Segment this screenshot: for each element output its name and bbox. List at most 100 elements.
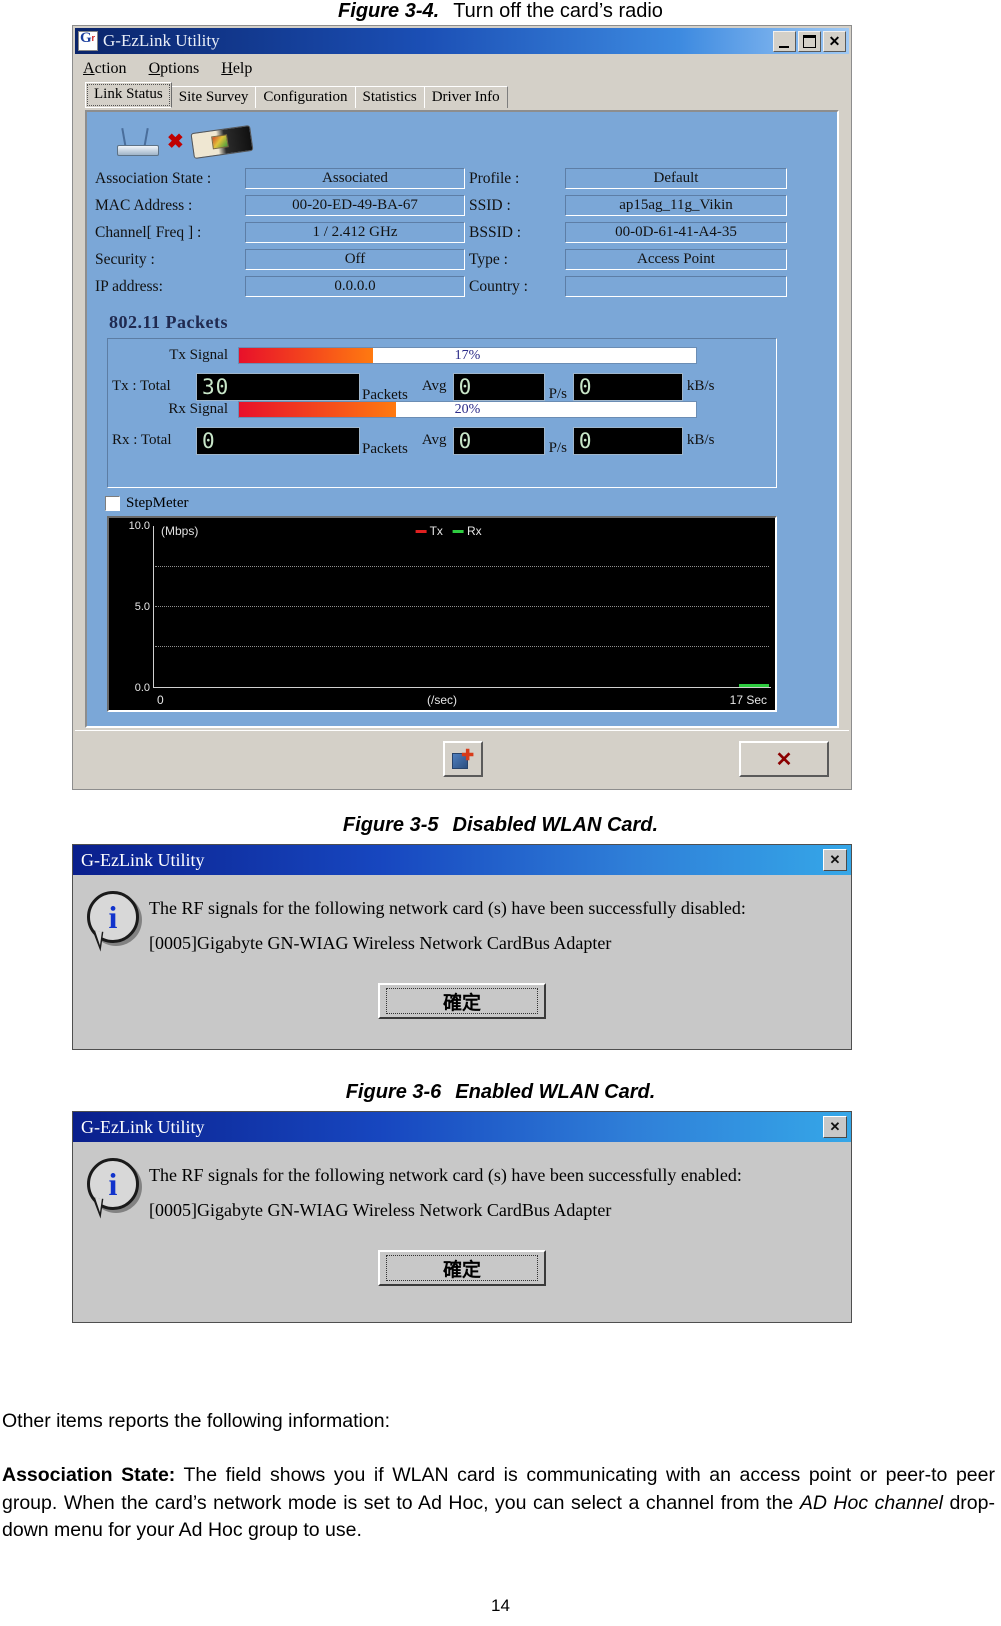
window-title: G-EzLink Utility — [103, 31, 220, 50]
enabled-dialog-text: The RF signals for the following network… — [149, 1158, 841, 1228]
legend-swatch-rx — [452, 530, 464, 534]
tab-statistics[interactable]: Statistics — [354, 86, 425, 108]
maximize-button[interactable] — [798, 30, 821, 52]
disabled-dialog-ok-label: 確定 — [386, 988, 538, 1015]
value-security: Off — [245, 249, 465, 270]
enabled-dialog-body: i The RF signals for the following netwo… — [73, 1142, 851, 1228]
figure-3-6-text: Enabled WLAN Card. — [455, 1081, 656, 1103]
rx-packets-unit: Packets — [362, 441, 408, 457]
enabled-dialog-close-button[interactable]: ✕ — [823, 1116, 847, 1138]
window-controls: ✕ — [773, 30, 849, 52]
minimize-button[interactable] — [773, 30, 796, 52]
figure-3-5-caption: Figure 3-5 Disabled WLAN Card. — [0, 814, 1001, 837]
close-button[interactable]: ✕ — [739, 741, 829, 777]
x-tick-end: 17 Sec — [729, 693, 767, 707]
rx-counters-row: Rx : Total 0 Packets Avg 0 P/s 0 kB/s — [112, 423, 714, 458]
rx-total-label: Rx : Total — [112, 432, 172, 448]
rx-signal-bar: 20% — [238, 401, 697, 418]
enabled-dialog-line2: [0005]Gigabyte GN-WIAG Wireless Network … — [149, 1200, 612, 1221]
rx-avg-value: 0 — [452, 426, 545, 455]
tab-strip: Link Status Site Survey Configuration St… — [73, 82, 851, 108]
enabled-dialog-title: G-EzLink Utility — [81, 1116, 205, 1137]
intro-text: Other items reports the following inform… — [2, 1410, 391, 1432]
packets-panel: Tx Signal 17% Tx : Total 30 Packets Avg … — [107, 338, 777, 488]
window-close-button[interactable]: ✕ — [823, 30, 846, 52]
tx-kbs-unit: kB/s — [686, 378, 715, 394]
rx-total-value: 0 — [196, 426, 360, 455]
rx-rate-value: 0 — [572, 426, 683, 455]
disabled-dialog-actions: 確定 — [73, 961, 851, 1037]
label-channel-freq: Channel[ Freq ] : — [95, 223, 202, 241]
tx-rate-value: 0 — [572, 372, 683, 401]
label-ip-address: IP address: — [95, 277, 163, 295]
disabled-dialog-text: The RF signals for the following network… — [149, 891, 841, 961]
disabled-dialog-titlebar: G-EzLink Utility ✕ — [73, 845, 851, 875]
label-bssid: BSSID : — [469, 223, 522, 241]
value-profile: Default — [565, 168, 787, 189]
enabled-dialog-ok-button[interactable]: 確定 — [378, 1250, 546, 1287]
label-profile: Profile : — [469, 169, 520, 187]
label-country: Country : — [469, 277, 528, 295]
menu-item-options[interactable]: Options — [149, 60, 200, 78]
value-country — [565, 276, 787, 297]
disabled-dialog-title: G-EzLink Utility — [81, 849, 205, 870]
tx-avg-value: 0 — [452, 372, 545, 401]
legend-label-tx: Tx — [429, 524, 443, 538]
menu-item-help[interactable]: Help — [221, 60, 252, 78]
figure-3-4-caption: Figure 3-4. Turn off the card’s radio — [0, 0, 1001, 23]
y-tick-0: 0.0 — [134, 682, 150, 694]
stepmeter-label: StepMeter — [126, 495, 189, 511]
disabled-wlan-dialog: G-EzLink Utility ✕ i The RF signals for … — [72, 844, 852, 1050]
connection-status-icons: ✖ — [115, 124, 254, 160]
tab-link-status[interactable]: Link Status — [85, 82, 172, 108]
rx-kbs-unit: kB/s — [686, 432, 715, 448]
value-ssid: ap15ag_11g_Vikin — [565, 195, 787, 216]
tx-avg-label: Avg — [421, 378, 447, 394]
minimize-icon — [779, 45, 789, 48]
info-icon: i — [87, 1158, 149, 1228]
info-icon: i — [87, 891, 149, 961]
rx-trace-line — [739, 684, 769, 687]
radio-toggle-plus: ✚ — [461, 747, 474, 764]
rx-ps-unit: P/s — [548, 440, 567, 456]
menu-help-rest: elp — [232, 60, 253, 77]
logo-letter-g: G — [80, 31, 92, 46]
tab-site-survey[interactable]: Site Survey — [170, 86, 257, 108]
value-type: Access Point — [565, 249, 787, 270]
enabled-dialog-line1: The RF signals for the following network… — [149, 1165, 742, 1185]
enabled-wlan-dialog: G-EzLink Utility ✕ i The RF signals for … — [72, 1111, 852, 1323]
rx-signal-row: Rx Signal 20% — [116, 401, 697, 418]
menu-action-rest: ction — [94, 60, 127, 77]
disabled-dialog-close-button[interactable]: ✕ — [823, 849, 847, 871]
enabled-dialog-ok-label: 確定 — [386, 1255, 538, 1282]
pc-card-icon — [190, 124, 254, 160]
legend-entry-tx: Tx — [415, 524, 443, 538]
close-icon: ✕ — [828, 33, 841, 49]
throughput-graph: (Mbps) Tx Rx 10.0 5.0 0.0 0 (/sec) 17 Se… — [107, 516, 777, 712]
stepmeter-checkbox[interactable] — [105, 496, 120, 511]
disabled-dialog-ok-button[interactable]: 確定 — [378, 983, 546, 1020]
rx-signal-label: Rx Signal — [168, 401, 228, 417]
legend-label-rx: Rx — [466, 524, 482, 538]
tx-signal-bar: 17% — [238, 347, 697, 364]
link-status-panel: ✖ Association State : Associated Profile… — [85, 110, 839, 728]
legend-swatch-tx — [415, 530, 427, 534]
gridline-2 — [155, 606, 769, 607]
packets-section-title: 802.11 Packets — [109, 312, 228, 332]
menu-options-rest: ptions — [160, 60, 200, 77]
enabled-dialog-actions: 確定 — [73, 1228, 851, 1304]
tab-configuration[interactable]: Configuration — [255, 86, 356, 108]
logo-letter-r: r — [91, 33, 95, 43]
tab-driver-info[interactable]: Driver Info — [423, 86, 508, 108]
radio-toggle-button[interactable]: ✚ — [443, 741, 483, 777]
app-logo-icon: G r — [78, 31, 98, 51]
menu-item-action[interactable]: Action — [83, 60, 127, 78]
tx-signal-label: Tx Signal — [169, 347, 228, 363]
stepmeter-checkbox-row[interactable]: StepMeter — [105, 495, 188, 512]
pc-card-label — [210, 134, 229, 150]
label-type: Type : — [469, 250, 508, 268]
window-titlebar: G r G-EzLink Utility ✕ — [75, 28, 849, 54]
association-state-paragraph: Association State: The field shows you i… — [2, 1462, 995, 1545]
ap-body — [117, 145, 159, 156]
g-ezlink-utility-window: G r G-EzLink Utility ✕ Action Options He… — [72, 25, 852, 790]
